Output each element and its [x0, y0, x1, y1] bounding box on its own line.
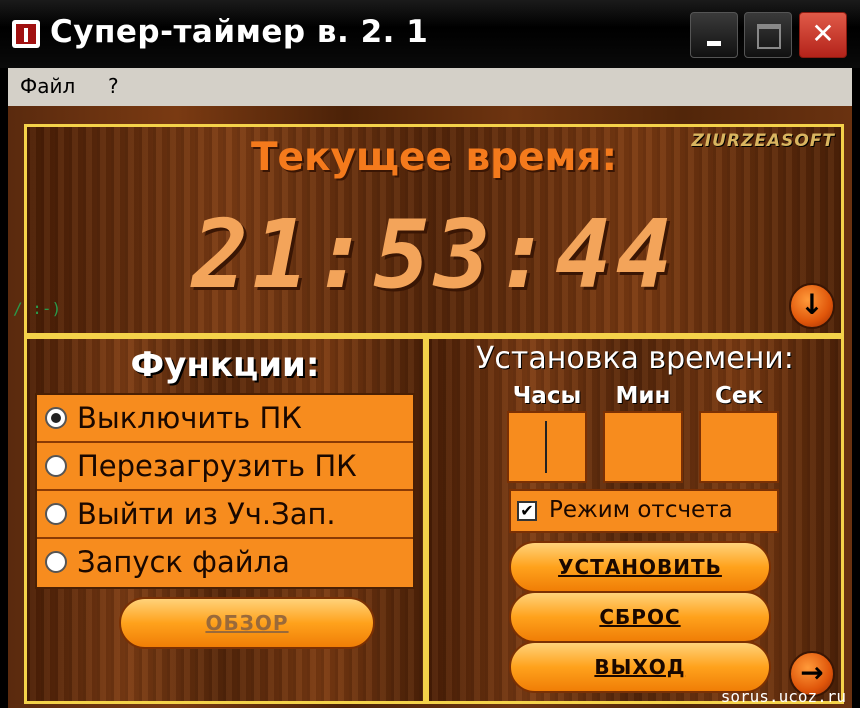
text-cursor — [545, 421, 547, 473]
functions-heading: Функции: — [130, 345, 320, 385]
title-bar: Супер-таймер в. 2. 1 — [0, 0, 860, 68]
minimize-button[interactable] — [690, 12, 738, 58]
countdown-label: Режим отсчета — [549, 497, 733, 523]
maximize-button[interactable] — [744, 12, 792, 58]
minutes-input[interactable] — [603, 411, 683, 483]
countdown-mode[interactable]: ✔ Режим отсчета — [509, 489, 779, 533]
reset-button[interactable]: СБРОС — [509, 591, 771, 643]
menu-bar: Файл ? — [8, 68, 852, 107]
radio-run-file[interactable] — [45, 551, 67, 573]
functions-panel: Функции: Выключить ПК Перезагрузить ПК В… — [13, 299, 426, 704]
radio-restart[interactable] — [45, 455, 67, 477]
radio-logoff[interactable] — [45, 503, 67, 525]
function-label: Запуск файла — [77, 545, 290, 579]
brand-label: ZIURZEASOFT — [691, 131, 835, 151]
function-label: Перезагрузить ПК — [77, 449, 357, 483]
wood-frame: Текущее время: ZIURZEASOFT 21:53:44 ↓ Фу… — [8, 106, 852, 708]
clock-display: 21:53:44 — [191, 201, 677, 310]
minutes-label: Мин — [615, 383, 671, 409]
function-label: Выйти из Уч.Зап. — [77, 497, 336, 531]
time-setting-heading: Установка времени: — [476, 341, 794, 376]
seconds-label: Сек — [714, 383, 764, 409]
countdown-checkbox[interactable]: ✔ — [517, 501, 537, 521]
app-icon — [12, 20, 40, 48]
smile-overlay: / :-) — [13, 299, 62, 318]
set-button[interactable]: УСТАНОВИТЬ — [509, 541, 771, 593]
exit-button[interactable]: ВЫХОД — [509, 641, 771, 693]
function-option-restart[interactable]: Перезагрузить ПК — [37, 443, 413, 491]
function-label: Выключить ПК — [77, 401, 302, 435]
browse-button[interactable]: ОБЗОР — [119, 597, 375, 649]
current-time-panel: Текущее время: ZIURZEASOFT 21:53:44 ↓ — [24, 124, 844, 336]
radio-shutdown[interactable] — [45, 407, 67, 429]
arrow-down-icon[interactable]: ↓ — [789, 283, 835, 329]
menu-help[interactable]: ? — [108, 74, 119, 98]
window-title: Супер-таймер в. 2. 1 — [50, 14, 429, 50]
hours-label: Часы — [512, 383, 582, 409]
functions-list: Выключить ПК Перезагрузить ПК Выйти из У… — [35, 393, 415, 589]
menu-file[interactable]: Файл — [20, 74, 75, 98]
function-option-run-file[interactable]: Запуск файла — [37, 539, 413, 587]
function-option-logoff[interactable]: Выйти из Уч.Зап. — [37, 491, 413, 539]
watermark: sorus.ucoz.ru — [720, 687, 846, 706]
hours-input[interactable] — [507, 411, 587, 483]
seconds-input[interactable] — [699, 411, 779, 483]
time-setting-panel: Установка времени: Часы Мин Сек ✔ Режим … — [426, 336, 844, 704]
close-button[interactable] — [799, 12, 847, 58]
function-option-shutdown[interactable]: Выключить ПК — [37, 395, 413, 443]
